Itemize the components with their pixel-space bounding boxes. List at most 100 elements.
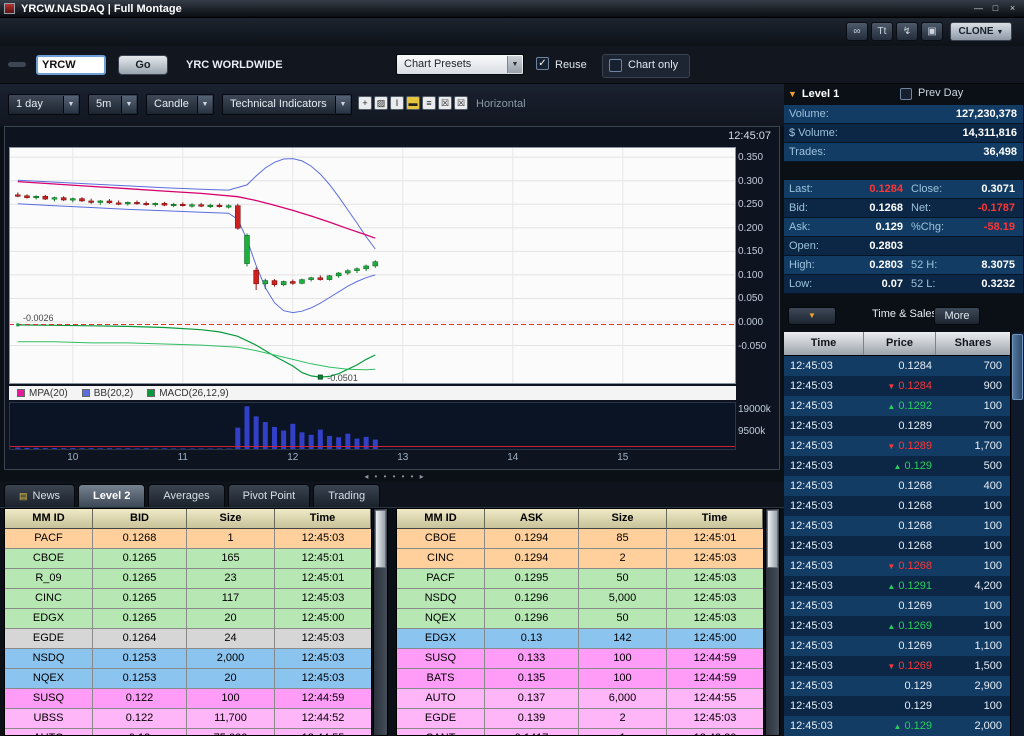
- ts-row[interactable]: 12:45:03▲0.1269100: [784, 616, 1010, 636]
- level2-bid-row[interactable]: CINC0.126511712:45:03: [5, 589, 371, 609]
- tab-level-2[interactable]: Level 2: [78, 484, 145, 507]
- ts-header-time[interactable]: Time: [784, 332, 864, 355]
- snapshot-icon[interactable]: ▣: [921, 22, 943, 41]
- level2-ask-row[interactable]: EDGX0.1314212:45:00: [397, 629, 763, 649]
- ts-row[interactable]: 12:45:03▲0.12914,200: [784, 576, 1010, 596]
- ts-header-price[interactable]: Price: [864, 332, 936, 355]
- prev-day-checkbox[interactable]: [900, 88, 912, 100]
- level2-ask-row[interactable]: CBOE0.12948512:45:01: [397, 529, 763, 549]
- ts-row[interactable]: 12:45:030.1268400: [784, 476, 1010, 496]
- price-chart[interactable]: -0.0026-0.0501: [9, 147, 736, 384]
- tab-trading[interactable]: Trading: [313, 484, 380, 507]
- draw-icon[interactable]: ▨: [374, 96, 388, 110]
- highlight-icon[interactable]: ▬: [406, 96, 420, 110]
- reuse-checkbox[interactable]: ✓: [536, 57, 549, 70]
- time-sales-scrollbar[interactable]: [1010, 332, 1024, 736]
- level2-bid-row[interactable]: NSDQ0.12532,00012:45:03: [5, 649, 371, 669]
- ts-row[interactable]: 12:45:03▼0.12891,700: [784, 436, 1010, 456]
- level2-ask-row[interactable]: PACF0.12955012:45:03: [397, 569, 763, 589]
- maximize-button[interactable]: □: [987, 2, 1004, 16]
- title-bar[interactable]: YRCW.NASDAQ | Full Montage —□×: [0, 0, 1024, 18]
- level2-bid-row[interactable]: EGDE0.12642412:45:03: [5, 629, 371, 649]
- ts-row[interactable]: 12:45:03▲0.1292,000: [784, 716, 1010, 736]
- cursor-icon[interactable]: I: [390, 96, 404, 110]
- l2-header-mm-id[interactable]: MM ID: [5, 509, 93, 529]
- close-button[interactable]: ×: [1004, 2, 1021, 16]
- level2-ask-row[interactable]: EGDE0.139212:45:03: [397, 709, 763, 729]
- level2-bid-row[interactable]: R_090.12652312:45:01: [5, 569, 371, 589]
- l2-header-ask[interactable]: ASK: [485, 509, 579, 529]
- l2-header-size[interactable]: Size: [579, 509, 667, 529]
- more-button[interactable]: More: [934, 307, 980, 325]
- tab-averages[interactable]: Averages: [148, 484, 224, 507]
- level2-ask-row[interactable]: NSDQ0.12965,00012:45:03: [397, 589, 763, 609]
- chart-only-toggle[interactable]: Chart only: [602, 54, 690, 78]
- time-sales-dropdown-button[interactable]: ▼: [788, 307, 836, 325]
- chart-pager[interactable]: ◂ • • • • • ▸: [340, 472, 450, 481]
- font-size-icon[interactable]: Tt: [871, 22, 893, 41]
- level2-bid-row[interactable]: UBSS0.12211,70012:44:52: [5, 709, 371, 729]
- level2-bid-row[interactable]: CBOE0.126516512:45:01: [5, 549, 371, 569]
- bid-scrollbar[interactable]: [373, 508, 388, 736]
- ts-row[interactable]: 12:45:030.129100: [784, 696, 1010, 716]
- ts-shares: 4,200: [932, 576, 1010, 596]
- ts-row[interactable]: 12:45:03▲0.129500: [784, 456, 1010, 476]
- tab-news[interactable]: ▤News: [4, 484, 75, 507]
- chart-presets-select[interactable]: Chart Presets ▼: [396, 54, 524, 75]
- l2-header-time[interactable]: Time: [275, 509, 371, 529]
- clone-button[interactable]: CLONE▼: [950, 22, 1012, 41]
- level2-ask-row[interactable]: AUTO0.1376,00012:44:55: [397, 689, 763, 709]
- ts-row[interactable]: 12:45:030.1268100: [784, 496, 1010, 516]
- bolt-icon[interactable]: ↯: [896, 22, 918, 41]
- ts-row[interactable]: 12:45:03▼0.1284900: [784, 376, 1010, 396]
- level2-ask-row[interactable]: CINC0.1294212:45:03: [397, 549, 763, 569]
- minimize-button[interactable]: —: [970, 2, 987, 16]
- level2-ask-row[interactable]: NQEX0.12965012:45:03: [397, 609, 763, 629]
- scrollbar-thumb[interactable]: [375, 510, 386, 568]
- crosshair-toggle-icon[interactable]: ☒: [454, 96, 468, 110]
- level2-bid-row[interactable]: SUSQ0.12210012:44:59: [5, 689, 371, 709]
- symbol-input[interactable]: [36, 55, 106, 75]
- l2-header-bid[interactable]: BID: [93, 509, 187, 529]
- collapse-handle-icon[interactable]: [8, 62, 26, 67]
- level2-bid-row[interactable]: EDGX0.12652012:45:00: [5, 609, 371, 629]
- ts-row[interactable]: 12:45:030.1289700: [784, 416, 1010, 436]
- level2-bid-row[interactable]: AUTO0.1275,00012:44:55: [5, 729, 371, 736]
- chart-type-select[interactable]: Candle ▼: [146, 94, 214, 115]
- add-study-icon[interactable]: +: [358, 96, 372, 110]
- ts-row[interactable]: 12:45:030.1284700: [784, 356, 1010, 376]
- ts-row[interactable]: 12:45:030.1268100: [784, 516, 1010, 536]
- list-icon[interactable]: ≡: [422, 96, 436, 110]
- chart-only-checkbox[interactable]: [609, 59, 622, 72]
- ts-row[interactable]: 12:45:030.1292,900: [784, 676, 1010, 696]
- ts-row[interactable]: 12:45:03▲0.1292100: [784, 396, 1010, 416]
- tab-pivot-point[interactable]: Pivot Point: [228, 484, 311, 507]
- ts-row[interactable]: 12:45:030.12691,100: [784, 636, 1010, 656]
- interval-select[interactable]: 5m ▼: [88, 94, 138, 115]
- range-select[interactable]: 1 day ▼: [8, 94, 80, 115]
- go-button[interactable]: Go: [118, 55, 168, 75]
- ts-row[interactable]: 12:45:030.1268100: [784, 536, 1010, 556]
- level2-bid-row[interactable]: PACF0.1268112:45:03: [5, 529, 371, 549]
- grid-toggle-icon[interactable]: ☒: [438, 96, 452, 110]
- stat-value: 14,311,816: [963, 124, 1017, 142]
- l2-header-time[interactable]: Time: [667, 509, 763, 529]
- level2-ask-row[interactable]: BATS0.13510012:44:59: [397, 669, 763, 689]
- ts-row[interactable]: 12:45:03▼0.12691,500: [784, 656, 1010, 676]
- level2-bid-row[interactable]: NQEX0.12532012:45:03: [5, 669, 371, 689]
- ask-scrollbar[interactable]: [765, 508, 780, 736]
- technical-indicators-select[interactable]: Technical Indicators ▼: [222, 94, 352, 115]
- level1-quote-row: Open:0.2803: [784, 237, 1023, 256]
- level2-ask-row[interactable]: SUSQ0.13310012:44:59: [397, 649, 763, 669]
- scrollbar-thumb[interactable]: [767, 510, 778, 568]
- link-icon[interactable]: ∞: [846, 22, 868, 41]
- l2-header-mm-id[interactable]: MM ID: [397, 509, 485, 529]
- ts-row[interactable]: 12:45:03▼0.1268100: [784, 556, 1010, 576]
- ts-row[interactable]: 12:45:030.1269100: [784, 596, 1010, 616]
- l2-header-size[interactable]: Size: [187, 509, 275, 529]
- ts-header-shares[interactable]: Shares: [936, 332, 1010, 355]
- level1-dropdown-icon[interactable]: ▼: [788, 89, 797, 99]
- volume-chart[interactable]: [9, 402, 736, 450]
- scrollbar-thumb[interactable]: [1012, 334, 1023, 400]
- level2-ask-row[interactable]: CANT0.1417112:43:20: [397, 729, 763, 736]
